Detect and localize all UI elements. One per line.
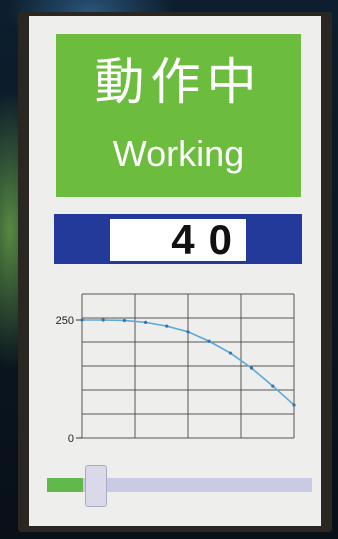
slider-fill: [47, 478, 83, 492]
data-point: [186, 330, 190, 334]
data-point: [250, 366, 254, 370]
y-tick-label: 250: [56, 315, 74, 327]
data-point: [101, 318, 105, 322]
status-label-en: Working: [112, 133, 245, 174]
status-label-jp: 動作中: [94, 53, 263, 111]
y-tick-label: 0: [68, 433, 74, 445]
data-point: [228, 351, 232, 355]
slider-thumb[interactable]: [85, 465, 107, 507]
data-point: [165, 324, 169, 328]
data-point: [271, 384, 275, 388]
data-point: [292, 403, 296, 407]
data-point: [122, 318, 126, 323]
data-point: [144, 320, 148, 324]
value-display: 40: [110, 219, 246, 261]
data-point: [207, 339, 211, 343]
data-point: [80, 318, 84, 322]
line-chart: 250 0: [56, 293, 296, 445]
status-panel: 動作中 Working: [56, 34, 301, 197]
